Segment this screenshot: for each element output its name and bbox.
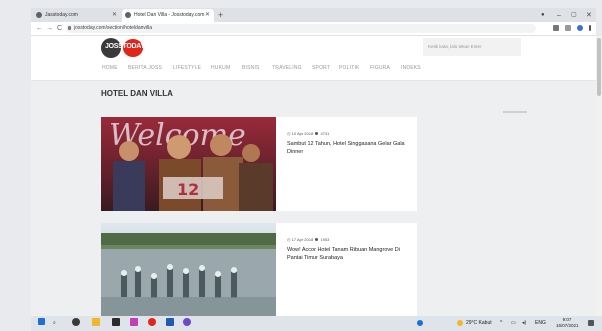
close-tab-icon[interactable]: ✕ — [205, 9, 210, 22]
eye-icon — [315, 132, 319, 136]
tab-label: Hotel Dan Villa - Josstoday.com — [134, 12, 205, 18]
weather-text[interactable]: 29°C Kabut — [466, 318, 492, 328]
left-margin — [0, 0, 31, 331]
nav-bisnis[interactable]: BISNIS — [242, 65, 260, 71]
new-tab-button[interactable]: + — [218, 9, 223, 22]
logo-text: JOSSTODAY — [105, 43, 145, 50]
network-icon[interactable]: ▭ — [511, 318, 516, 328]
tab-josstoday-home[interactable]: Jasstoday.com ✕ — [33, 9, 121, 22]
svg-text:12: 12 — [177, 180, 199, 199]
tray-chevron-icon[interactable]: ^ — [500, 318, 502, 328]
article-thumbnail[interactable]: Welcome 12 — [101, 117, 276, 211]
article-date: 10 Apr 2018 — [291, 131, 314, 136]
article-meta: ◷ 17 Apr 2018 1953 — [287, 237, 329, 242]
app-icon[interactable] — [130, 318, 138, 326]
account-avatar-icon[interactable] — [577, 25, 583, 31]
scrollbar-thumb[interactable] — [597, 38, 601, 96]
site-logo[interactable]: JOSSTODAY — [101, 38, 145, 58]
nav-sport[interactable]: SPORT — [312, 65, 330, 71]
profile-icon[interactable]: ● — [541, 9, 545, 22]
clock-icon: ◷ — [287, 237, 291, 242]
article-thumbnail[interactable] — [101, 223, 276, 317]
ad-placeholder — [503, 111, 527, 113]
word-icon[interactable] — [166, 318, 174, 326]
bookmark-star-icon[interactable] — [565, 25, 571, 31]
clock-icon: ◷ — [287, 131, 291, 136]
article-title[interactable]: Wow! Accor Hotel Tanam Ribuan Mangrove D… — [287, 247, 412, 262]
task-view-icon[interactable] — [72, 318, 80, 326]
nav-politik[interactable]: POLITIK — [339, 65, 360, 71]
clock-date[interactable]: 9:07 16/07/2021 — [556, 317, 579, 329]
search-input[interactable]: Ketik kata, lalu tekan Enter — [423, 38, 521, 56]
article-card[interactable]: ◷ 17 Apr 2018 1953 Wow! Accor Hotel Tana… — [101, 223, 417, 317]
notification-icon[interactable] — [588, 320, 594, 326]
search-taskbar-icon[interactable]: ⌕ — [53, 318, 56, 328]
nav-traveling[interactable]: TRAVELING — [272, 65, 302, 71]
weather-sun-icon — [457, 320, 463, 326]
maximize-button[interactable]: ▢ — [571, 9, 577, 22]
start-windows-icon[interactable] — [38, 318, 45, 325]
back-button[interactable]: ← — [36, 23, 43, 34]
tray-app-icon[interactable] — [417, 320, 423, 326]
address-bar[interactable]: josstoday.com/section/hoteldanvilla — [66, 24, 536, 33]
site-favicon-icon — [36, 12, 42, 18]
forward-button[interactable]: → — [46, 23, 53, 34]
minimize-button[interactable]: – — [557, 9, 561, 22]
extension-icon[interactable] — [553, 25, 559, 31]
article-views: 4731 — [320, 131, 330, 136]
article-views: 1953 — [320, 237, 330, 242]
close-tab-icon[interactable]: ✕ — [112, 9, 117, 22]
url-text: josstoday.com/section/hoteldanvilla — [74, 25, 153, 31]
eye-icon — [315, 238, 319, 242]
section-title: HOTEL DAN VILLA — [101, 89, 173, 98]
article-meta: ◷ 10 Apr 2018 4731 — [287, 131, 329, 136]
article-date: 17 Apr 2018 — [291, 237, 314, 242]
tab-hotel-dan-villa[interactable]: Hotel Dan Villa - Josstoday.com ✕ — [122, 9, 214, 22]
clock-date-text: 16/07/2021 — [556, 323, 579, 328]
store-icon[interactable] — [112, 318, 120, 326]
volume-icon[interactable]: ◂) — [522, 318, 526, 328]
article-title[interactable]: Sambut 12 Tahun, Hotel Singgasana Gelar … — [287, 141, 412, 156]
nav-indeks[interactable]: INDEKS — [401, 65, 421, 71]
reload-button[interactable]: C — [57, 23, 62, 34]
nav-home[interactable]: HOME — [102, 65, 118, 71]
nav-lifestyle[interactable]: LIFESTYLE — [173, 65, 201, 71]
nav-berita-joss[interactable]: BERITA JOSS — [128, 65, 162, 71]
site-favicon-icon — [125, 12, 131, 18]
lock-icon — [68, 26, 71, 30]
nav-hukum[interactable]: HUKUM — [211, 65, 230, 71]
tab-label: Jasstoday.com — [45, 12, 78, 18]
language-indicator[interactable]: ENG — [535, 318, 546, 328]
chrome-icon[interactable] — [148, 318, 156, 326]
nav-figura[interactable]: FIGURA — [370, 65, 390, 71]
file-explorer-icon[interactable] — [92, 318, 100, 326]
menu-kebab-icon[interactable] — [589, 25, 591, 31]
app-icon-2[interactable] — [183, 318, 191, 326]
article-card[interactable]: Welcome 12 ◷ 10 Apr 2018 4731 Sambut 12 … — [101, 117, 417, 211]
close-window-button[interactable]: ✕ — [586, 9, 592, 22]
